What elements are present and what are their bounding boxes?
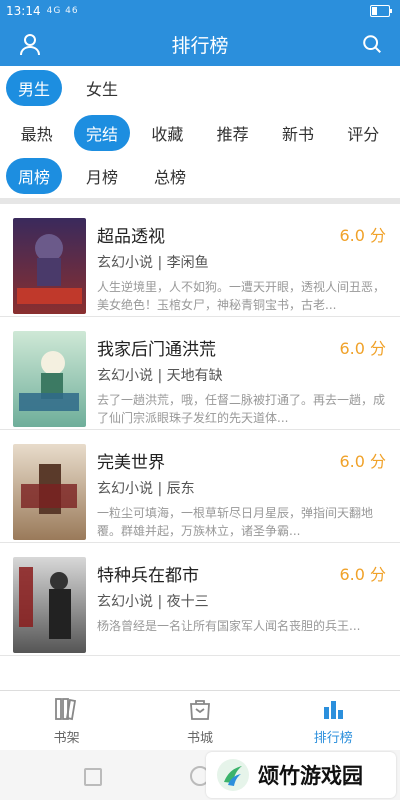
recent-apps-icon[interactable]: [84, 768, 102, 786]
book-description: 去了一趟洪荒，哦，任督二脉被打通了。再去一趟，成了仙门宗派眼珠子发红的先天道体.…: [97, 393, 386, 425]
title-bar: 排行榜: [0, 22, 400, 66]
book-description: 杨洛曾经是一名让所有国家军人闻名丧胆的兵王...: [97, 619, 361, 633]
period-tab-row: 周榜 月榜 总榜: [0, 158, 400, 194]
book-description: 人生逆境里，人不如狗。一遭天开眼，透视人间丑恶，美女绝色！玉棺女尸，神秘青铜宝书…: [97, 280, 386, 312]
tab-bookstore[interactable]: 书城: [155, 697, 245, 746]
tab-label: 排行榜: [313, 730, 353, 746]
tab-all-time[interactable]: 总榜: [142, 158, 198, 194]
tab-female[interactable]: 女生: [74, 70, 130, 106]
bookshelf-icon: [54, 697, 76, 720]
search-icon[interactable]: [358, 30, 386, 58]
book-meta: 玄幻小说 | 李闲鱼: [97, 255, 209, 271]
tab-monthly[interactable]: 月榜: [74, 158, 130, 194]
user-icon[interactable]: [16, 30, 44, 58]
gender-tab-row: 男生 女生: [0, 70, 400, 106]
book-author: 李闲鱼: [166, 255, 209, 271]
book-title: 我家后门通洪荒: [97, 340, 216, 360]
book-title: 完美世界: [97, 453, 165, 473]
tab-label: 书城: [186, 730, 213, 746]
tab-favorites[interactable]: 收藏: [139, 115, 195, 151]
book-cover: [13, 218, 86, 314]
book-meta: 玄幻小说 | 辰东: [97, 481, 195, 497]
book-cover: [13, 331, 86, 427]
watermark-text: 颂竹游戏园: [258, 764, 363, 788]
tab-completed[interactable]: 完结: [73, 115, 130, 151]
book-author: 辰东: [166, 481, 195, 497]
book-cover: [13, 444, 86, 540]
book-title: 特种兵在都市: [97, 566, 199, 586]
book-meta: 玄幻小说 | 夜十三: [97, 594, 209, 610]
tab-hottest[interactable]: 最热: [9, 115, 65, 151]
tab-rating[interactable]: 评分: [335, 115, 391, 151]
status-time: 13:14: [6, 4, 41, 18]
tab-label: 书架: [53, 730, 80, 746]
bamboo-logo-icon: [217, 759, 249, 791]
book-category: 玄幻小说: [97, 255, 153, 271]
book-category: 玄幻小说: [97, 481, 153, 497]
list-item[interactable]: 我家后门通洪荒 6.0 分 玄幻小说 | 天地有缺 去了一趟洪荒，哦，任督二脉被…: [0, 317, 400, 430]
book-score: 6.0 分: [339, 339, 386, 358]
bookstore-bag-icon: [190, 699, 210, 720]
book-author: 天地有缺: [166, 368, 223, 384]
list-item[interactable]: 完美世界 6.0 分 玄幻小说 | 辰东 一粒尘可填海，一根草斩尽日月星辰，弹指…: [0, 430, 400, 543]
book-score: 6.0 分: [339, 565, 386, 584]
tab-ranking[interactable]: 排行榜: [288, 697, 378, 746]
book-category: 玄幻小说: [97, 594, 153, 610]
ranking-icon: [324, 700, 344, 719]
book-score: 6.0 分: [339, 226, 386, 245]
tab-bookshelf[interactable]: 书架: [22, 697, 112, 746]
book-score: 6.0 分: [339, 452, 386, 471]
book-list: 超品透视 6.0 分 玄幻小说 | 李闲鱼 人生逆境里，人不如狗。一遭天开眼，透…: [0, 204, 400, 656]
tab-new-books[interactable]: 新书: [270, 115, 326, 151]
list-item[interactable]: 超品透视 6.0 分 玄幻小说 | 李闲鱼 人生逆境里，人不如狗。一遭天开眼，透…: [0, 204, 400, 317]
list-item[interactable]: 特种兵在都市 6.0 分 玄幻小说 | 夜十三 杨洛曾经是一名让所有国家军人闻名…: [0, 543, 400, 656]
signal-indicator: 4G 46: [46, 6, 79, 16]
tab-male[interactable]: 男生: [6, 70, 63, 106]
sort-tab-row: 最热 完结 收藏 推荐 新书 评分: [0, 115, 400, 151]
tab-weekly[interactable]: 周榜: [6, 158, 63, 194]
book-category: 玄幻小说: [97, 368, 153, 384]
page-title: 排行榜: [171, 34, 229, 57]
book-cover: [13, 557, 86, 653]
tab-recommended[interactable]: 推荐: [205, 115, 261, 151]
book-description: 一粒尘可填海，一根草斩尽日月星辰，弹指间天翻地覆。群雄并起，万族林立，诸圣争霸.…: [97, 506, 374, 538]
book-title: 超品透视: [97, 227, 165, 247]
book-meta: 玄幻小说 | 天地有缺: [97, 368, 223, 384]
book-author: 夜十三: [166, 594, 209, 610]
battery-icon: [370, 5, 392, 17]
watermark-logo: 颂竹游戏园: [206, 752, 396, 798]
bottom-tab-bar: 书架 书城 排行榜: [0, 690, 400, 751]
status-bar: 13:14 4G 46: [0, 0, 400, 22]
